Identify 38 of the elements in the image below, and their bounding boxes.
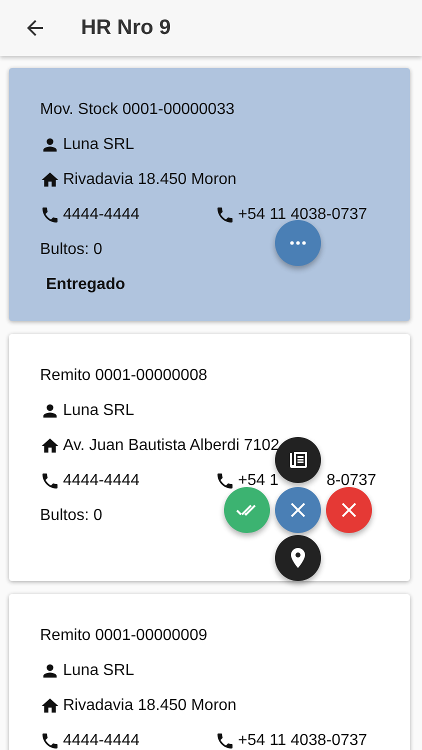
address: Av. Juan Bautista Alberdi 7102 bbox=[63, 436, 280, 454]
package-count: Bultos: 0 bbox=[40, 506, 102, 524]
document-number: Remito 0001-00000008 bbox=[40, 366, 208, 384]
package-count: Bultos: 0 bbox=[40, 240, 102, 258]
house-icon bbox=[40, 436, 60, 456]
phone-icon bbox=[215, 470, 235, 490]
phone-number: 4444-4444 bbox=[63, 732, 140, 750]
client-name: Luna SRL bbox=[63, 136, 134, 154]
status-label: Entregado bbox=[46, 276, 126, 294]
phone-number: +54 11 4038-0737 bbox=[238, 206, 368, 224]
more-icon bbox=[290, 241, 306, 245]
phone-icon bbox=[40, 730, 60, 750]
house-icon bbox=[40, 170, 60, 190]
address: Rivadavia 18.450 Moron bbox=[63, 696, 236, 714]
phone-icon bbox=[40, 204, 60, 224]
phone-icon bbox=[215, 204, 235, 224]
location-button[interactable] bbox=[275, 535, 321, 581]
delivery-card[interactable]: Mov. Stock 0001-00000033 Luna SRL Rivadavia 18.450 Moron 4444-4444 +54 11 4038-0737 Bultos: 0 Entregado bbox=[9, 68, 410, 321]
screen-title: HR Nro 9 bbox=[81, 16, 171, 40]
phone-number: +54 11 4038-0737 bbox=[238, 732, 368, 750]
phone-number: +54 1 bbox=[238, 472, 278, 490]
delivery-card[interactable]: Remito 0001-00000009 Luna SRL Rivadavia 18.450 Moron 4444-4444 +54 11 4038-0737 bbox=[9, 594, 410, 750]
close-button[interactable] bbox=[275, 487, 321, 533]
phone-icon bbox=[40, 470, 60, 490]
reject-button[interactable] bbox=[326, 487, 372, 533]
document-number: Mov. Stock 0001-00000033 bbox=[40, 100, 234, 118]
client-name: Luna SRL bbox=[63, 662, 134, 680]
address: Rivadavia 18.450 Moron bbox=[63, 170, 236, 188]
house-icon bbox=[40, 696, 60, 716]
phone-number: 4444-4444 bbox=[63, 206, 140, 224]
client-name: Luna SRL bbox=[63, 402, 134, 420]
done-all-button[interactable] bbox=[224, 487, 270, 533]
delivery-card[interactable]: Remito 0001-00000008 Luna SRL Av. Juan Bautista Alberdi 7102 4444-4444 +54 1 8-0737 Bultos: 0 bbox=[9, 334, 410, 581]
phone-number: 8-0737 bbox=[326, 472, 376, 490]
document-number: Remito 0001-00000009 bbox=[40, 626, 208, 644]
more-button[interactable] bbox=[275, 220, 321, 266]
phone-number: 4444-4444 bbox=[63, 472, 140, 490]
phone-icon bbox=[215, 730, 235, 750]
